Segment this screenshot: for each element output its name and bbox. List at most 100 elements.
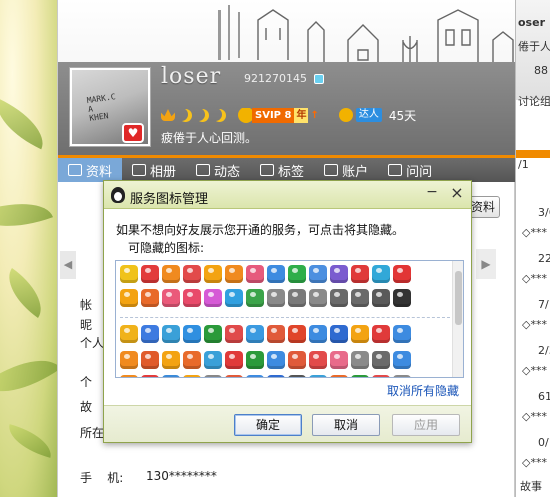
service-icon[interactable]: [204, 375, 222, 377]
service-icon[interactable]: [267, 325, 285, 343]
service-icon[interactable]: [351, 289, 369, 307]
service-icon[interactable]: [330, 351, 348, 369]
service-icon[interactable]: [246, 325, 264, 343]
tab-label: 资料: [86, 164, 113, 180]
service-icon[interactable]: [372, 351, 390, 369]
service-icon[interactable]: [120, 325, 138, 343]
crown-level-icon[interactable]: [161, 109, 175, 121]
dialog-titlebar[interactable]: 服务图标管理 − ×: [104, 181, 471, 209]
tab-feed[interactable]: 动态: [186, 158, 250, 182]
service-icon[interactable]: [120, 351, 138, 369]
service-icon[interactable]: [120, 289, 138, 307]
minimize-button[interactable]: −: [425, 185, 439, 201]
right-panel-line[interactable]: 讨论组: [518, 93, 550, 109]
tab-tags[interactable]: 标签: [250, 158, 314, 182]
service-icon[interactable]: [330, 265, 348, 283]
service-icon[interactable]: [225, 289, 243, 307]
service-icon[interactable]: [288, 351, 306, 369]
service-icon[interactable]: [372, 265, 390, 283]
moon-level-icon[interactable]: [213, 109, 226, 122]
service-icon[interactable]: [267, 351, 285, 369]
service-icon[interactable]: [330, 375, 348, 377]
service-icon[interactable]: [288, 325, 306, 343]
service-icon[interactable]: [351, 265, 369, 283]
scroll-left-arrow-icon[interactable]: ◀: [60, 251, 76, 279]
moon-level-icon[interactable]: [179, 109, 192, 122]
service-icon[interactable]: [330, 289, 348, 307]
service-icon[interactable]: [372, 289, 390, 307]
service-icon[interactable]: [120, 375, 138, 377]
service-icon[interactable]: [225, 325, 243, 343]
service-icon[interactable]: [393, 265, 411, 283]
service-icon[interactable]: [162, 289, 180, 307]
service-icon[interactable]: [183, 265, 201, 283]
service-icon[interactable]: [393, 375, 411, 377]
right-panel-line: 88: [534, 64, 548, 77]
ok-button[interactable]: 确定: [234, 414, 302, 436]
service-icon[interactable]: [246, 265, 264, 283]
service-icon[interactable]: [141, 325, 159, 343]
service-icon[interactable]: [246, 375, 264, 377]
service-icon[interactable]: [141, 289, 159, 307]
service-icon[interactable]: [183, 325, 201, 343]
service-icon[interactable]: [288, 289, 306, 307]
cancel-button[interactable]: 取消: [312, 414, 380, 436]
service-icon[interactable]: [309, 351, 327, 369]
tab-album[interactable]: 相册: [122, 158, 186, 182]
service-icon[interactable]: [204, 325, 222, 343]
heart-badge-icon[interactable]: ♥: [122, 123, 144, 143]
service-icon[interactable]: [183, 375, 201, 377]
tab-account[interactable]: 账户: [314, 158, 378, 182]
service-icon[interactable]: [309, 325, 327, 343]
signature[interactable]: 疲倦于人心回测。: [161, 129, 257, 146]
service-icon[interactable]: [141, 375, 159, 377]
service-icon[interactable]: [309, 289, 327, 307]
scrollbar-thumb[interactable]: [455, 271, 462, 325]
service-icon[interactable]: [183, 289, 201, 307]
service-icon[interactable]: [183, 351, 201, 369]
svip-badge[interactable]: SVIP 8 年 ↑: [238, 107, 319, 123]
service-icon[interactable]: [351, 351, 369, 369]
service-icon[interactable]: [141, 265, 159, 283]
service-icon[interactable]: [267, 265, 285, 283]
service-icon[interactable]: [204, 265, 222, 283]
unhide-all-link[interactable]: 取消所有隐藏: [387, 382, 459, 399]
tab-profile[interactable]: 资料: [58, 158, 123, 182]
service-icon[interactable]: [225, 351, 243, 369]
service-icon[interactable]: [246, 289, 264, 307]
apply-button[interactable]: 应用: [392, 414, 460, 436]
service-icon[interactable]: [372, 325, 390, 343]
scroll-right-arrow-icon[interactable]: ▶: [476, 249, 496, 279]
service-icon[interactable]: [351, 325, 369, 343]
service-icon[interactable]: [246, 351, 264, 369]
service-icon[interactable]: [393, 351, 411, 369]
service-icon[interactable]: [162, 351, 180, 369]
service-icon[interactable]: [309, 375, 327, 377]
service-icon[interactable]: [204, 351, 222, 369]
service-icon[interactable]: [309, 265, 327, 283]
service-icon[interactable]: [372, 375, 390, 377]
service-icon[interactable]: [204, 289, 222, 307]
service-icon[interactable]: [330, 325, 348, 343]
talent-badge[interactable]: 达人 45天: [338, 107, 416, 124]
service-icon[interactable]: [162, 265, 180, 283]
service-icon[interactable]: [288, 375, 306, 377]
service-icon[interactable]: [288, 265, 306, 283]
service-icon[interactable]: [162, 375, 180, 377]
service-icon[interactable]: [141, 351, 159, 369]
service-icon[interactable]: [393, 325, 411, 343]
service-icon[interactable]: [267, 289, 285, 307]
avatar[interactable]: MARK.C A KHEN ♥: [69, 67, 151, 147]
status-icon[interactable]: [314, 74, 324, 84]
service-icon[interactable]: [351, 375, 369, 377]
service-icon[interactable]: [162, 325, 180, 343]
service-icon[interactable]: [225, 265, 243, 283]
service-icon[interactable]: [393, 289, 411, 307]
service-icon[interactable]: [120, 265, 138, 283]
close-button[interactable]: ×: [450, 185, 464, 201]
service-icon[interactable]: [225, 375, 243, 377]
tab-ask[interactable]: 问问: [378, 158, 442, 182]
service-icon[interactable]: [267, 375, 285, 377]
moon-level-icon[interactable]: [196, 109, 209, 122]
icon-list-scrollbar[interactable]: [452, 261, 463, 377]
